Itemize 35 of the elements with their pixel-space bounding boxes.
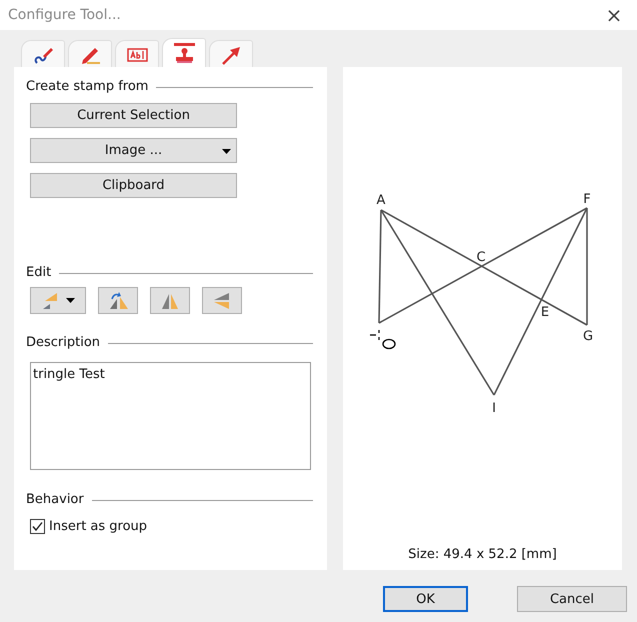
size-label: Size: 49.4 x 52.2 [mm] (408, 547, 557, 562)
point-label: E (540, 305, 550, 320)
caret-icon (66, 298, 75, 303)
cursor-icon (369, 329, 396, 350)
button[interactable]: Current Selection (30, 103, 237, 128)
tab[interactable] (21, 40, 65, 67)
button[interactable]: Clipboard (30, 173, 237, 198)
button[interactable]: Cancel (517, 586, 627, 612)
checkbox-label: Insert as group (49, 519, 148, 534)
tool-button[interactable] (30, 287, 86, 314)
tab[interactable] (115, 40, 159, 67)
window-title: Configure Tool... (8, 7, 121, 23)
dropdown-button[interactable]: Image ... (30, 138, 237, 163)
close-button[interactable]: × (591, 0, 637, 30)
tool-button[interactable] (202, 287, 242, 314)
group-heading: Description (26, 335, 100, 350)
point-label: A (376, 193, 386, 208)
description-field[interactable]: tringle Test (30, 362, 311, 470)
tool-button[interactable] (98, 287, 138, 314)
point-label: I (492, 401, 496, 416)
checkbox[interactable] (30, 519, 45, 534)
group-heading: Edit (26, 265, 52, 280)
point-label: F (583, 192, 591, 207)
tab[interactable] (68, 40, 112, 67)
group-heading: Behavior (26, 492, 84, 507)
group-heading: Create stamp from (26, 79, 148, 94)
caret-icon (222, 149, 231, 154)
point-label: C (476, 250, 486, 265)
stamp-icon (172, 42, 196, 64)
point-label: G (582, 329, 594, 344)
rotate-icon (107, 290, 129, 310)
tab[interactable] (209, 40, 253, 67)
tab[interactable] (162, 38, 206, 67)
tool-button[interactable] (150, 287, 190, 314)
button[interactable]: OK (383, 586, 468, 612)
